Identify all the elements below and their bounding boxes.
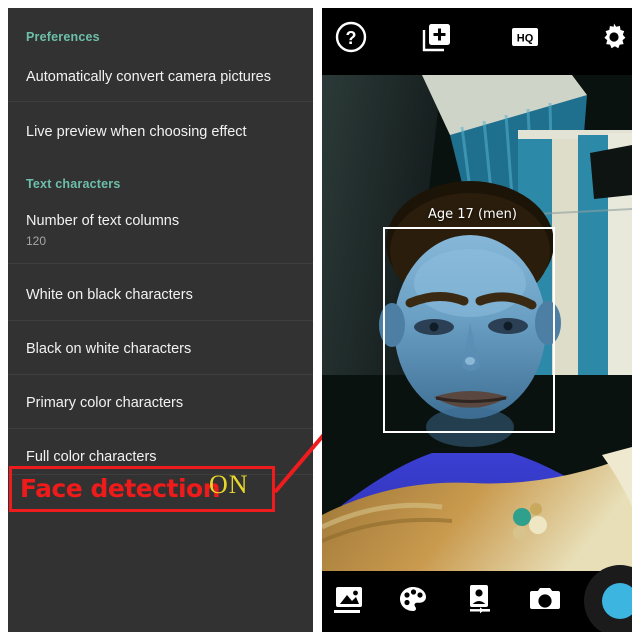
shutter-button-inner — [602, 583, 632, 619]
hq-label: HQ — [517, 33, 534, 45]
add-photo-icon[interactable] — [420, 20, 454, 54]
setting-black-on-white-characters[interactable]: Black on white characters — [8, 341, 313, 373]
setting-title: Black on white characters — [26, 341, 192, 357]
camera-preview[interactable]: Age 17 (men) — [322, 75, 632, 571]
face-age-label: Age 17 (men) — [428, 207, 517, 222]
palette-icon[interactable] — [396, 583, 430, 617]
list-divider — [8, 374, 313, 375]
gear-icon[interactable] — [597, 20, 631, 54]
setting-title: White on black characters — [26, 287, 193, 303]
setting-title: Primary color characters — [26, 395, 184, 411]
svg-text:?: ? — [346, 28, 357, 48]
list-divider — [8, 263, 313, 264]
list-divider — [8, 101, 313, 102]
camera-app-panel: ? HQ Age 17 (men) — [322, 8, 632, 632]
section-header-text-characters: Text characters — [26, 177, 121, 191]
list-divider — [8, 320, 313, 321]
section-header-preferences: Preferences — [26, 30, 100, 44]
app-screenshot: Preferences Text characters Automaticall… — [0, 0, 640, 640]
image-icon[interactable] — [334, 583, 368, 617]
setting-title: Live preview when choosing effect — [26, 124, 247, 140]
camera-icon[interactable] — [528, 583, 562, 617]
camera-bottom-toolbar — [322, 565, 632, 632]
annotation-label-face-detection: Face detection — [20, 474, 221, 503]
setting-live-preview[interactable]: Live preview when choosing effect — [8, 124, 313, 156]
setting-auto-convert-camera-pictures[interactable]: Automatically convert camera pictures — [8, 69, 313, 101]
setting-number-of-text-columns[interactable]: Number of text columns 120 — [8, 213, 313, 257]
setting-title: Full color characters — [26, 449, 157, 465]
portrait-export-icon[interactable] — [462, 583, 496, 617]
setting-value: 120 — [26, 234, 47, 248]
settings-panel: Preferences Text characters Automaticall… — [8, 8, 313, 632]
list-divider — [8, 428, 313, 429]
hq-badge-icon[interactable]: HQ — [508, 20, 542, 54]
setting-primary-color-characters[interactable]: Primary color characters — [8, 395, 313, 427]
help-circle-icon[interactable]: ? — [334, 20, 368, 54]
shutter-button[interactable] — [584, 565, 632, 632]
annotation-value-on: ON — [209, 470, 249, 499]
setting-title: Number of text columns — [26, 213, 180, 229]
face-detection-box — [383, 227, 555, 433]
setting-title: Automatically convert camera pictures — [26, 69, 271, 85]
camera-top-toolbar: ? HQ — [322, 8, 632, 75]
setting-white-on-black-characters[interactable]: White on black characters — [8, 287, 313, 319]
